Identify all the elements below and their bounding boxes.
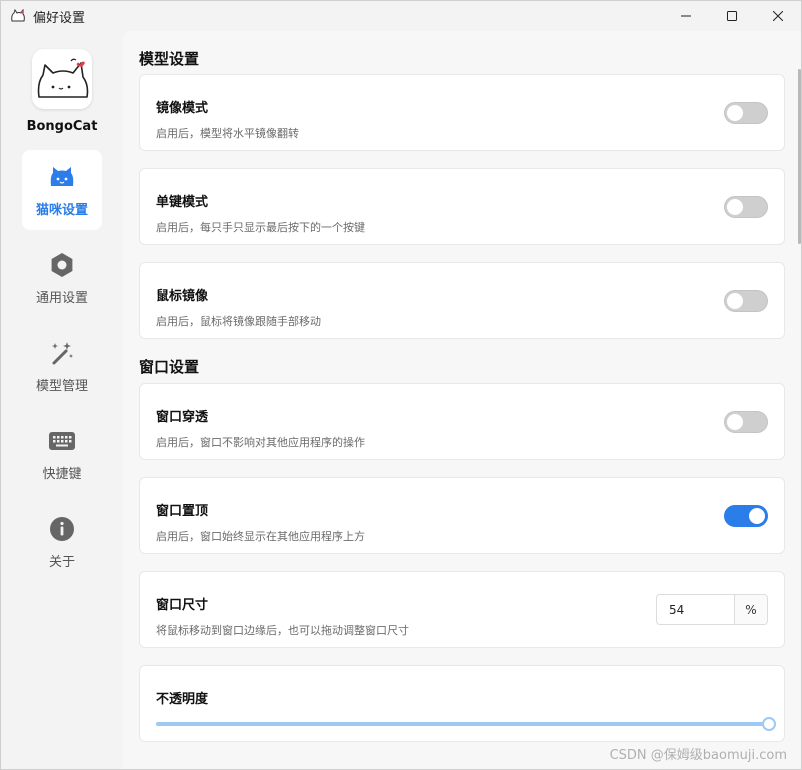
window-controls [663,1,801,31]
toggle-knob [727,414,743,430]
setting-description: 启用后，窗口始终显示在其他应用程序上方 [156,530,365,543]
cat-icon [48,163,76,191]
setting-card-mirror-mode: 镜像模式 启用后，模型将水平镜像翻转 [139,74,785,151]
setting-title: 鼠标镜像 [156,289,209,304]
mirror-mode-toggle[interactable] [724,102,768,124]
setting-title: 不透明度 [156,692,209,707]
watermark: CSDN @保姆级baomuji.com [609,748,787,763]
info-icon [48,515,76,543]
setting-title: 窗口置顶 [156,504,209,519]
nav-label: 关于 [48,554,75,570]
nav-label: 快捷键 [42,466,82,482]
setting-card-mouse-mirror: 鼠标镜像 启用后，鼠标将镜像跟随手部移动 [139,262,785,339]
keyboard-icon [48,427,76,455]
nav-item-model-management[interactable]: 模型管理 [22,326,102,406]
toggle-knob [749,508,765,524]
setting-description: 将鼠标移动到窗口边缘后，也可以拖动调整窗口尺寸 [156,624,409,637]
toggle-knob [727,105,743,121]
maximize-button[interactable] [709,1,755,31]
magic-wand-icon [48,339,76,367]
sidebar: BongoCat 猫咪设置 通用设置 模型管理 快捷键 关于 [1,31,123,769]
always-on-top-toggle[interactable] [724,505,768,527]
nav-label: 通用设置 [35,290,88,306]
nav-label: 模型管理 [35,378,88,394]
window-title: 偏好设置 [33,10,86,26]
minimize-icon [681,15,691,17]
single-key-mode-toggle[interactable] [724,196,768,218]
setting-description: 启用后，每只手只显示最后按下的一个按键 [156,221,365,234]
mouse-mirror-toggle[interactable] [724,290,768,312]
close-button[interactable] [755,1,801,31]
opacity-slider-track[interactable] [156,722,768,726]
toggle-knob [727,199,743,215]
setting-description: 启用后，模型将水平镜像翻转 [156,127,299,140]
window-size-input-group: 54 % [656,594,768,625]
hexagon-settings-icon [48,251,76,279]
section-title-window: 窗口设置 [139,358,200,376]
app-cat-icon [10,8,26,24]
setting-card-window-size: 窗口尺寸 将鼠标移动到窗口边缘后，也可以拖动调整窗口尺寸 54 % [139,571,785,648]
section-title-model: 模型设置 [139,50,200,68]
click-through-toggle[interactable] [724,411,768,433]
app-name: BongoCat [26,119,98,134]
setting-description: 启用后，窗口不影响对其他应用程序的操作 [156,436,365,449]
setting-card-single-key-mode: 单键模式 启用后，每只手只显示最后按下的一个按键 [139,168,785,245]
setting-title: 窗口尺寸 [156,598,209,613]
nav-item-shortcuts[interactable]: 快捷键 [22,414,102,494]
opacity-slider-thumb[interactable] [762,717,776,731]
setting-title: 镜像模式 [156,101,209,116]
nav-label: 猫咪设置 [35,202,88,218]
setting-card-always-on-top: 窗口置顶 启用后，窗口始终显示在其他应用程序上方 [139,477,785,554]
title-bar: 偏好设置 [1,1,801,31]
nav-item-cat-settings[interactable]: 猫咪设置 [22,150,102,230]
setting-card-opacity: 不透明度 [139,665,785,742]
preferences-window: 偏好设置 BongoCat 猫咪设置 通用设置 模型管理 快捷键 关于 模型设置… [0,0,802,770]
nav-item-general-settings[interactable]: 通用设置 [22,238,102,318]
setting-description: 启用后，鼠标将镜像跟随手部移动 [156,315,321,328]
minimize-button[interactable] [663,1,709,31]
content-scrollbar[interactable] [798,69,801,244]
percent-unit-label: % [735,595,767,624]
setting-card-click-through: 窗口穿透 启用后，窗口不影响对其他应用程序的操作 [139,383,785,460]
app-logo [32,49,92,109]
window-size-input[interactable]: 54 [657,595,735,624]
settings-content: 模型设置 镜像模式 启用后，模型将水平镜像翻转 单键模式 启用后，每只手只显示最… [123,31,801,769]
nav-item-about[interactable]: 关于 [22,502,102,582]
toggle-knob [727,293,743,309]
setting-title: 窗口穿透 [156,410,209,425]
close-icon [773,11,783,21]
setting-title: 单键模式 [156,195,209,210]
maximize-icon [727,11,737,21]
